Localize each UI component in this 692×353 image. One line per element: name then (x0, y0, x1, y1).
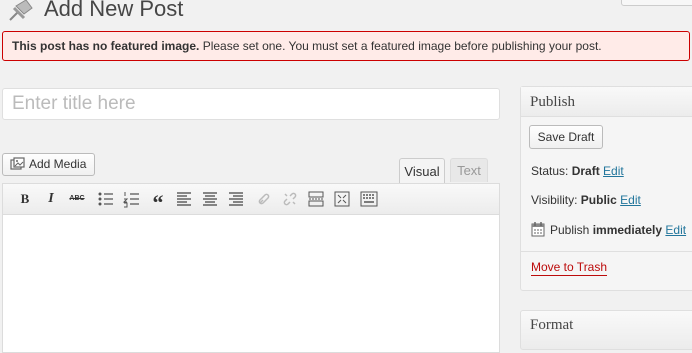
visibility-value: Public (580, 193, 617, 207)
publish-divider (521, 251, 692, 252)
move-to-trash-link[interactable]: Move to Trash (531, 260, 608, 276)
bold-icon[interactable]: B (15, 189, 35, 209)
status-label: Status: (531, 164, 572, 178)
schedule-label: Publish (550, 223, 593, 237)
align-right-icon[interactable] (226, 189, 246, 209)
tab-visual[interactable]: Visual (399, 158, 445, 183)
blockquote-icon[interactable]: “ (148, 189, 168, 215)
notice-bold-text: This post has no featured image. (12, 39, 200, 53)
title-placeholder: Enter title here (12, 93, 136, 114)
add-media-label: Add Media (29, 157, 87, 171)
align-left-icon[interactable] (174, 189, 194, 209)
numbered-list-icon[interactable] (121, 189, 141, 209)
calendar-icon (531, 221, 545, 237)
page-title: Add New Post (44, 0, 184, 21)
save-draft-button[interactable]: Save Draft (529, 125, 603, 149)
bulleted-list-icon[interactable] (95, 189, 115, 209)
fullscreen-icon[interactable] (332, 189, 352, 209)
schedule-value: immediately (592, 223, 663, 237)
publish-box-title[interactable]: Publish (521, 87, 692, 117)
unlink-icon[interactable] (280, 189, 300, 209)
format-box: Format (520, 310, 692, 350)
visibility-row: Visibility: Public Edit (531, 193, 641, 207)
edit-visibility-link[interactable]: Edit (620, 193, 641, 207)
link-icon[interactable] (254, 189, 274, 209)
pushpin-icon (6, 0, 36, 22)
status-value: Draft (571, 164, 600, 178)
align-center-icon[interactable] (200, 189, 220, 209)
publish-schedule-row: Publish immediately Edit (550, 223, 686, 237)
tab-text[interactable]: Text (450, 158, 488, 182)
post-status-row: Status: Draft Edit (531, 164, 624, 178)
post-content-editor[interactable]: B I ABC “ (2, 183, 500, 353)
notice-text: Please set one. You must set a featured … (199, 39, 602, 53)
screen-options-button[interactable] (621, 0, 692, 6)
insert-more-icon[interactable] (306, 189, 326, 209)
add-media-button[interactable]: Add Media (2, 153, 95, 176)
italic-icon[interactable]: I (41, 189, 61, 209)
publish-box: Publish Save Draft Status: Draft Edit Vi… (520, 86, 692, 291)
format-box-title[interactable]: Format (530, 317, 573, 334)
strikethrough-icon[interactable]: ABC (67, 189, 87, 209)
featured-image-notice: This post has no featured image. Please … (2, 31, 690, 61)
toolbar-toggle-icon[interactable] (359, 189, 379, 209)
media-icon (10, 157, 25, 172)
visibility-label: Visibility: (531, 193, 581, 207)
editor-toolbar: B I ABC “ (3, 184, 499, 215)
edit-status-link[interactable]: Edit (603, 164, 624, 178)
edit-schedule-link[interactable]: Edit (665, 223, 686, 237)
post-title-input[interactable]: Enter title here (2, 88, 500, 120)
